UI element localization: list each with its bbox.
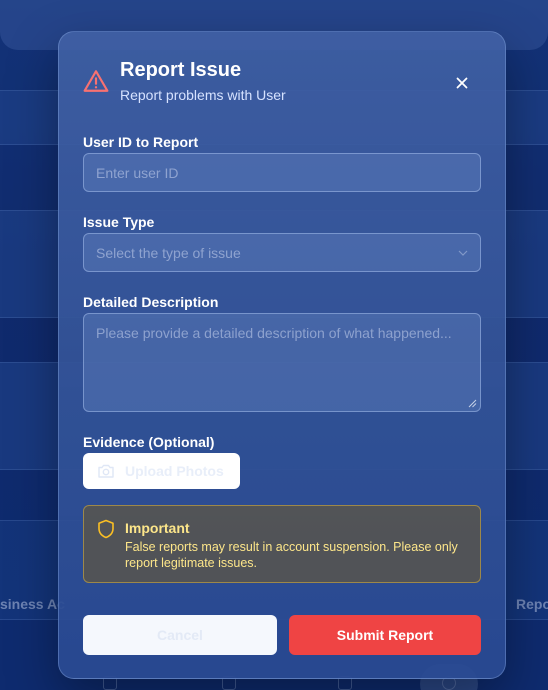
submit-report-button[interactable]: Submit Report [289, 615, 481, 655]
close-button[interactable] [449, 70, 475, 96]
user-id-input[interactable] [83, 153, 481, 192]
camera-icon [98, 464, 114, 478]
close-icon [456, 77, 468, 89]
modal-subtitle: Report problems with User [120, 87, 286, 103]
shield-icon [98, 519, 114, 539]
modal-title: Report Issue [120, 59, 242, 81]
issue-type-placeholder: Select the type of issue [96, 244, 241, 261]
issue-type-label: Issue Type [83, 214, 155, 230]
cancel-button[interactable]: Cancel [83, 615, 277, 655]
resize-handle-icon[interactable] [467, 398, 477, 408]
warning-notice: Important False reports may result in ac… [83, 505, 481, 583]
warning-triangle-icon [83, 70, 109, 92]
user-id-label: User ID to Report [83, 134, 199, 150]
notice-title: Important [125, 520, 190, 536]
chevron-down-icon [458, 250, 468, 256]
issue-type-select[interactable]: Select the type of issue [83, 233, 481, 272]
report-issue-modal: Report Issue Report problems with User U… [58, 31, 506, 679]
upload-photos-label: Upload Photos [125, 463, 224, 479]
evidence-label: Evidence (Optional) [83, 434, 215, 450]
description-label: Detailed Description [83, 294, 219, 310]
upload-photos-button[interactable]: Upload Photos [83, 453, 240, 489]
description-textarea[interactable] [83, 313, 481, 412]
notice-text: False reports may result in account susp… [125, 540, 458, 570]
